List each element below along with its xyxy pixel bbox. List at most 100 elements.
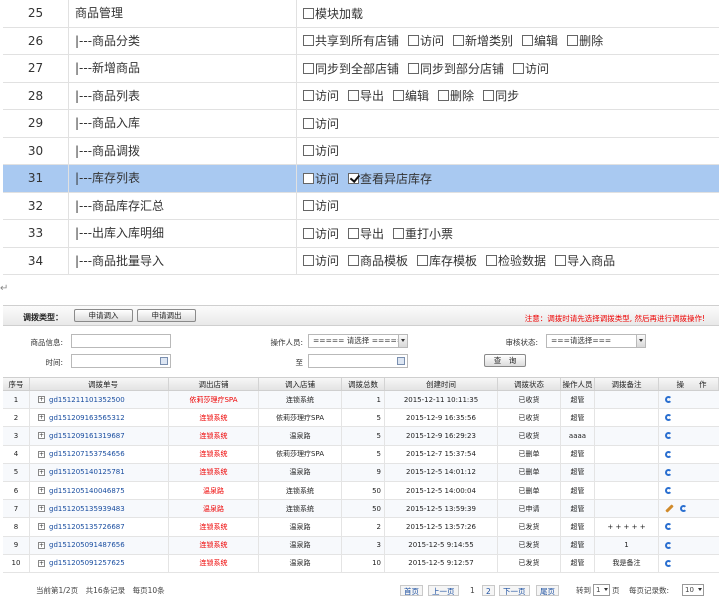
permission-option[interactable]: 编辑 bbox=[522, 32, 558, 49]
checkbox[interactable] bbox=[348, 255, 360, 267]
checkbox[interactable] bbox=[303, 7, 314, 19]
checkbox[interactable] bbox=[486, 255, 498, 267]
permission-option[interactable]: 查看异店库存 bbox=[348, 170, 432, 187]
permission-option[interactable]: 访问 bbox=[303, 252, 339, 269]
checkbox[interactable] bbox=[408, 35, 420, 47]
query-button[interactable]: 查 询 bbox=[484, 354, 526, 367]
order-number-link[interactable]: gd151209163565312 bbox=[49, 414, 125, 422]
permission-option[interactable]: 导入商品 bbox=[555, 252, 615, 269]
refresh-icon[interactable] bbox=[665, 541, 672, 549]
permission-option[interactable]: 同步 bbox=[483, 87, 519, 104]
permission-option[interactable]: 新增类别 bbox=[453, 32, 513, 49]
calendar-icon[interactable] bbox=[160, 357, 168, 365]
refresh-icon[interactable] bbox=[680, 505, 687, 513]
checkbox-checked[interactable] bbox=[348, 172, 360, 184]
expand-icon[interactable]: + bbox=[38, 450, 45, 458]
checkbox[interactable] bbox=[567, 35, 579, 47]
checkbox[interactable] bbox=[303, 145, 314, 157]
order-number-link[interactable]: gd151205140046875 bbox=[49, 487, 125, 495]
permission-option[interactable]: 导出 bbox=[348, 225, 384, 242]
checkbox[interactable] bbox=[303, 172, 314, 184]
order-number-link[interactable]: gd151209161319687 bbox=[49, 432, 125, 440]
permission-option[interactable]: 同步到部分店铺 bbox=[408, 60, 504, 77]
permission-option[interactable]: 删除 bbox=[438, 87, 474, 104]
order-number-link[interactable]: gd151207153754656 bbox=[49, 450, 125, 458]
product-info-input[interactable] bbox=[71, 334, 171, 348]
end-date-input[interactable] bbox=[308, 354, 408, 368]
permission-option[interactable]: 访问 bbox=[303, 87, 339, 104]
order-number-link[interactable]: gd151211101352500 bbox=[49, 396, 125, 404]
expand-icon[interactable]: + bbox=[38, 432, 45, 440]
per-page-select[interactable]: 10 bbox=[682, 584, 704, 596]
checkbox[interactable] bbox=[303, 200, 314, 212]
review-status-select[interactable]: ===请选择=== bbox=[546, 334, 646, 348]
checkbox[interactable] bbox=[393, 227, 405, 239]
refresh-icon[interactable] bbox=[665, 432, 672, 440]
permission-option[interactable]: 商品模板 bbox=[348, 252, 408, 269]
checkbox[interactable] bbox=[417, 255, 429, 267]
next-page-link[interactable]: 下一页 bbox=[499, 585, 530, 596]
permission-option[interactable]: 访问 bbox=[303, 197, 339, 214]
expand-icon[interactable]: + bbox=[38, 396, 45, 404]
checkbox[interactable] bbox=[303, 35, 314, 47]
checkbox[interactable] bbox=[483, 90, 495, 102]
permission-option[interactable]: 访问 bbox=[303, 142, 339, 159]
checkbox[interactable] bbox=[555, 255, 567, 267]
apply-transfer-out-button[interactable]: 申请调出 bbox=[137, 309, 196, 322]
checkbox[interactable] bbox=[348, 227, 360, 239]
checkbox[interactable] bbox=[393, 90, 405, 102]
checkbox[interactable] bbox=[408, 62, 420, 74]
permission-option[interactable]: 访问 bbox=[408, 32, 444, 49]
checkbox[interactable] bbox=[303, 90, 314, 102]
expand-icon[interactable]: + bbox=[38, 523, 45, 531]
permission-option[interactable]: 编辑 bbox=[393, 87, 429, 104]
checkbox[interactable] bbox=[438, 90, 450, 102]
permission-option[interactable]: 重打小票 bbox=[393, 225, 453, 242]
checkbox[interactable] bbox=[303, 255, 314, 267]
order-number-link[interactable]: gd151205135939483 bbox=[49, 505, 125, 513]
expand-icon[interactable]: + bbox=[38, 414, 45, 422]
last-page-link[interactable]: 尾页 bbox=[536, 585, 559, 596]
checkbox[interactable] bbox=[303, 227, 314, 239]
prev-page-link[interactable]: 上一页 bbox=[428, 585, 459, 596]
order-number-link[interactable]: gd151205140125781 bbox=[49, 468, 125, 476]
expand-icon[interactable]: + bbox=[38, 559, 45, 567]
permission-option[interactable]: 访问 bbox=[303, 115, 339, 132]
permission-option[interactable]: 检验数据 bbox=[486, 252, 546, 269]
permission-option[interactable]: 导出 bbox=[348, 87, 384, 104]
expand-icon[interactable]: + bbox=[38, 541, 45, 549]
permission-option[interactable]: 同步到全部店铺 bbox=[303, 60, 399, 77]
apply-transfer-in-button[interactable]: 申请调入 bbox=[74, 309, 133, 322]
checkbox[interactable] bbox=[453, 35, 465, 47]
refresh-icon[interactable] bbox=[665, 559, 672, 567]
order-number-link[interactable]: gd151205091487656 bbox=[49, 541, 125, 549]
refresh-icon[interactable] bbox=[665, 487, 672, 495]
checkbox[interactable] bbox=[522, 35, 534, 47]
checkbox[interactable] bbox=[303, 117, 314, 129]
permission-option[interactable]: 模块加载 bbox=[303, 5, 363, 22]
refresh-icon[interactable] bbox=[665, 396, 672, 404]
order-number-link[interactable]: gd151205091257625 bbox=[49, 559, 125, 567]
expand-icon[interactable]: + bbox=[38, 468, 45, 476]
first-page-link[interactable]: 首页 bbox=[400, 585, 423, 596]
operator-select[interactable]: ===== 请选择 ===== bbox=[308, 334, 408, 348]
permission-option[interactable]: 访问 bbox=[303, 225, 339, 242]
refresh-icon[interactable] bbox=[665, 450, 672, 458]
expand-icon[interactable]: + bbox=[38, 505, 45, 513]
calendar-icon[interactable] bbox=[397, 357, 405, 365]
permission-option[interactable]: 共享到所有店铺 bbox=[303, 32, 399, 49]
expand-icon[interactable]: + bbox=[38, 487, 45, 495]
start-date-input[interactable] bbox=[71, 354, 171, 368]
refresh-icon[interactable] bbox=[665, 468, 672, 476]
permission-option[interactable]: 删除 bbox=[567, 32, 603, 49]
refresh-icon[interactable] bbox=[665, 414, 672, 422]
edit-pencil-icon[interactable] bbox=[665, 504, 674, 513]
permission-option[interactable]: 访问 bbox=[513, 60, 549, 77]
permission-option[interactable]: 库存模板 bbox=[417, 252, 477, 269]
checkbox[interactable] bbox=[348, 90, 360, 102]
page-2-link[interactable]: 2 bbox=[482, 585, 495, 596]
goto-page-select[interactable]: 1 bbox=[593, 584, 610, 596]
checkbox[interactable] bbox=[513, 62, 525, 74]
permission-option[interactable]: 访问 bbox=[303, 170, 339, 187]
checkbox[interactable] bbox=[303, 62, 314, 74]
